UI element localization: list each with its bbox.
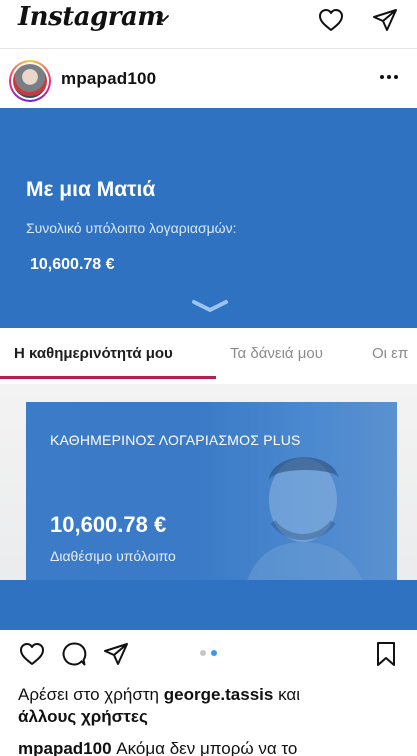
likes-others[interactable]: άλλους χρήστες	[18, 707, 148, 726]
avatar-photo	[13, 64, 47, 98]
more-icon[interactable]	[375, 65, 403, 89]
card-title: ΚΑΘΗΜΕΡΙΝΟΣ ΛΟΓΑΡΙΑΣΜΟΣ PLUS	[50, 432, 301, 448]
tab-loans: Τα δάνειά μου	[230, 345, 323, 362]
expand-chevron-icon	[192, 300, 228, 312]
top-actions	[317, 6, 399, 34]
bookmark-icon[interactable]	[372, 640, 400, 668]
chevron-down-icon[interactable]	[156, 12, 170, 26]
hero-subtitle: Συνολικό υπόλοιπο λογαριασμών:	[26, 220, 237, 236]
carousel-indicator	[200, 650, 217, 656]
card-amount: 10,600.78 €	[50, 512, 167, 537]
instagram-logo[interactable]: Instagram	[18, 2, 165, 32]
comment-icon[interactable]	[60, 640, 88, 668]
carousel-dot	[200, 650, 206, 656]
avatar[interactable]	[9, 60, 51, 102]
post-header: mpapad100	[0, 55, 417, 105]
post-actions	[0, 640, 417, 674]
top-bar: Instagram	[0, 0, 417, 44]
bank-tabs: Η καθημερινότητά μου Τα δάνειά μου Οι επ	[0, 328, 417, 384]
bank-bottom-band	[0, 580, 417, 630]
post-caption: mpapad100 Ακόμα δεν μπορώ να το	[18, 738, 417, 756]
send-icon[interactable]	[371, 6, 399, 34]
tab-underline	[0, 376, 216, 379]
post-image[interactable]: Με μια Ματιά Συνολικό υπόλοιπο λογαριασμ…	[0, 108, 417, 630]
hero-title: Με μια Ματιά	[26, 178, 156, 201]
likes-mid: και	[273, 685, 300, 704]
top-divider	[0, 48, 417, 49]
send-icon[interactable]	[102, 640, 130, 668]
hero-amount: 10,600.78 €	[30, 256, 115, 273]
likes-prefix: Αρέσει στο χρήστη	[18, 685, 164, 704]
bank-hero: Με μια Ματιά Συνολικό υπόλοιπο λογαριασμ…	[0, 108, 417, 328]
caption-username[interactable]: mpapad100	[18, 739, 112, 756]
card-subtitle: Διαθέσιμο υπόλοιπο	[50, 548, 176, 564]
heart-icon[interactable]	[18, 640, 46, 668]
likes-text: Αρέσει στο χρήστη george.tassis και άλλο…	[18, 684, 408, 728]
carousel-dot-active	[211, 650, 217, 656]
likes-user[interactable]: george.tassis	[164, 685, 274, 704]
tab-more: Οι επ	[372, 345, 409, 362]
heart-icon[interactable]	[317, 6, 345, 34]
caption-text: Ακόμα δεν μπορώ να το	[111, 739, 298, 756]
tab-everyday: Η καθημερινότητά μου	[14, 345, 173, 362]
account-card: ΚΑΘΗΜΕΡΙΝΟΣ ΛΟΓΑΡΙΑΣΜΟΣ PLUS 10,600.78 €…	[26, 402, 397, 607]
post-username[interactable]: mpapad100	[61, 69, 156, 89]
